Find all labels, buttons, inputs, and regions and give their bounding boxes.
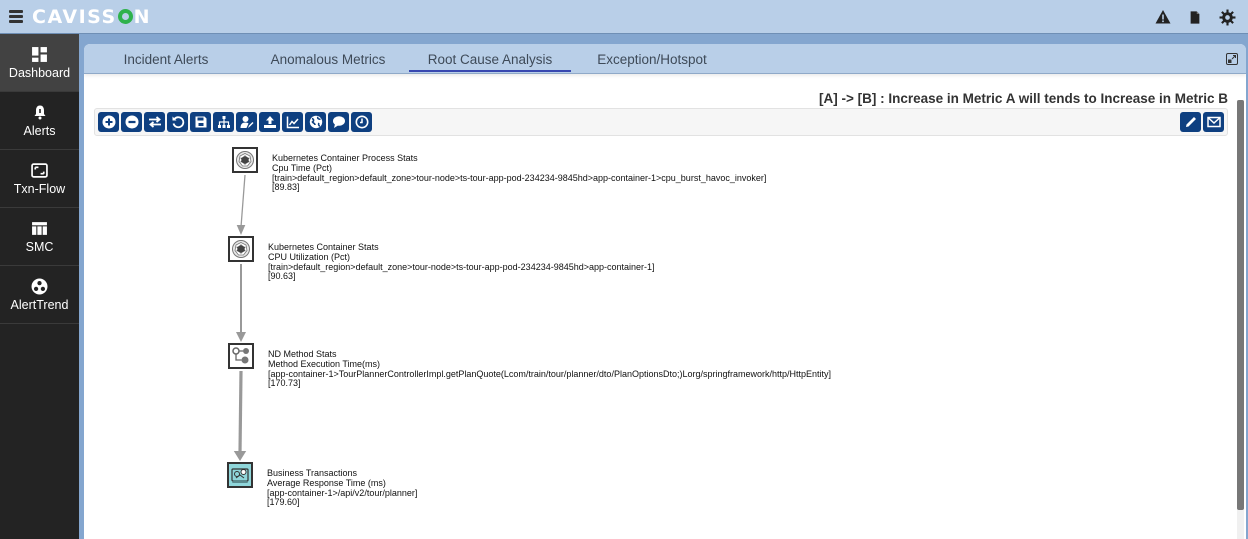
sidebar-item-label: Alerts [23,124,56,138]
method-flow-icon [228,343,254,369]
top-bar: CAVISS N [0,0,1248,34]
cavisson-logo: CAVISS N [32,6,152,28]
sidebar-item-alerts[interactable]: Alerts [0,92,79,150]
node-value: [179.60] [267,497,300,508]
sidebar-item-label: Dashboard [8,66,71,80]
scrollbar-thumb[interactable] [1237,100,1244,510]
document-icon[interactable] [1186,8,1204,26]
node-label: Kubernetes Container Process Stats Cpu Ti… [272,153,767,193]
sidebar-item-alerttrend[interactable]: AlertTrend [0,266,79,324]
node-path: [app-container-1>TourPlannerControllerIm… [268,368,832,379]
alert-trend-icon [31,277,49,295]
txn-flow-icon [31,161,49,179]
sidebar: Dashboard Alerts Txn-Flow SMC AlertTrend [0,34,79,539]
node-label: ND Method Stats Method Execution Time(ms)… [268,349,832,389]
warning-icon[interactable] [1154,8,1172,26]
node-label: Kubernetes Container Stats CPU Utilizatio… [268,242,655,282]
graph-edge [240,174,246,228]
graph-node[interactable]: Business Transactions Average Response Ti… [227,462,417,507]
graph-node[interactable]: Kubernetes Container Stats CPU Utilizatio… [228,236,655,281]
dashboard-icon [31,45,49,63]
rca-graph: Kubernetes Container Process Stats Cpu Ti… [84,44,1246,539]
kubernetes-icon [228,236,254,262]
main-panel: Incident Alerts Anomalous Metrics Root C… [84,44,1246,539]
node-value: [170.73] [268,378,301,389]
node-path: [train>default_region>default_zone>tour-… [272,172,767,183]
node-label: Business Transactions Average Response Ti… [267,468,417,508]
node-value: [90.63] [268,271,296,282]
graph-node[interactable]: ND Method Stats Method Execution Time(ms)… [228,343,831,388]
graph-edge-arrowhead [236,332,246,342]
sidebar-item-txn-flow[interactable]: Txn-Flow [0,150,79,208]
bell-icon [31,103,49,121]
graph-edges [233,174,247,461]
sidebar-item-smc[interactable]: SMC [0,208,79,266]
graph-edge-arrowhead [236,225,246,235]
sidebar-item-label: SMC [25,240,54,254]
table-icon [31,219,49,237]
graph-node[interactable]: Kubernetes Container Process Stats Cpu Ti… [232,147,766,192]
sidebar-item-label: Txn-Flow [13,182,66,196]
node-path: [train>default_region>default_zone>tour-… [268,261,655,272]
business-transaction-icon [227,462,253,488]
sidebar-item-label: AlertTrend [10,298,69,312]
node-group: Kubernetes Container Process Stats [272,153,418,163]
hamburger-menu-icon[interactable] [9,10,23,24]
node-value: [89.83] [272,182,300,193]
graph-edge [238,370,243,454]
sidebar-item-dashboard[interactable]: Dashboard [0,34,79,92]
graph-edge-arrowhead [233,451,247,461]
gear-icon[interactable] [1218,8,1236,26]
kubernetes-icon [232,147,258,173]
